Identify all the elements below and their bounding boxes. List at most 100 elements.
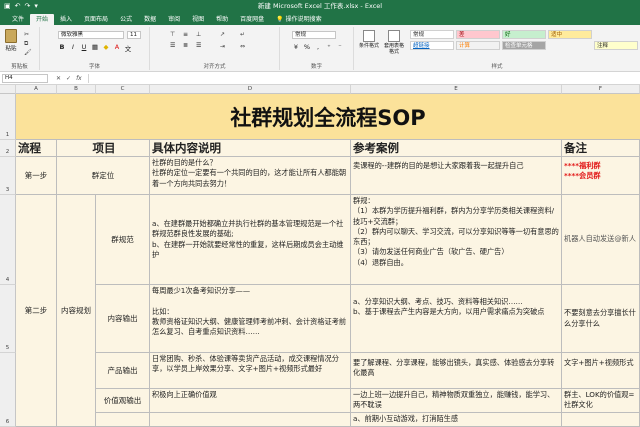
cell-step-one[interactable]: 第一步 (16, 157, 57, 195)
column-header-e[interactable]: E (351, 85, 562, 94)
indent-icon[interactable]: ⇥ (220, 44, 229, 50)
enter-icon[interactable]: ✓ (66, 75, 71, 82)
cell-content-output-notes[interactable]: 不要刻意去分享擅长什么分享什么 (562, 285, 640, 353)
header-notes[interactable]: 备注 (562, 140, 640, 157)
cell-content-output[interactable]: 内容输出 (96, 285, 150, 353)
cell-rules-content[interactable]: a、在建群最开始都确立并执行社群的基本管理规范是一个社群规范群良性发展的基础; … (150, 195, 351, 285)
cell-positioning-content[interactable]: 社群的目的是什么？ 社群的定位一定要有一个共同的目的，这才能让所有人都能朝着一个… (150, 157, 351, 195)
italic-icon[interactable]: I (69, 43, 77, 53)
name-box[interactable]: H4 (2, 73, 48, 83)
row-header-3[interactable]: 3 (0, 157, 16, 195)
row-header-6[interactable]: 6 (0, 353, 16, 427)
align-top-icon[interactable]: ⊤ (170, 31, 180, 38)
cell-values-output-detail[interactable]: 积极向上正确价值观 (150, 389, 351, 413)
header-project[interactable]: 项目 (57, 140, 150, 157)
copy-icon[interactable]: ⧉ (24, 41, 33, 47)
tab-insert[interactable]: 插入 (54, 14, 78, 25)
align-middle-icon[interactable]: ≡ (183, 31, 193, 38)
tab-baidu-netdisk[interactable]: 百度网盘 (234, 14, 270, 25)
tab-view[interactable]: 视图 (186, 14, 210, 25)
cell-positioning-reference[interactable]: 卖课程的--建群的目的是想让大家跟着我一起提升自己 (351, 157, 562, 195)
align-right-icon[interactable]: ☰ (196, 42, 206, 49)
tab-formulas[interactable]: 公式 (114, 14, 138, 25)
currency-icon[interactable]: ¥ (292, 43, 300, 51)
tab-review[interactable]: 审阅 (162, 14, 186, 25)
fx-icon[interactable]: fx (76, 75, 82, 82)
wrap-text-icon[interactable]: ↵ (240, 32, 249, 38)
style-neutral[interactable]: 适中 (548, 30, 592, 39)
font-name-select[interactable]: 微软雅黑 (58, 31, 124, 39)
cell-step-two[interactable]: 第二步 (16, 195, 57, 427)
tab-file[interactable]: 文件 (6, 14, 30, 25)
cut-icon[interactable]: ✂ (24, 32, 33, 38)
column-header-d[interactable]: D (150, 85, 351, 94)
style-good[interactable]: 好 (502, 30, 546, 39)
cancel-icon[interactable]: ✕ (56, 75, 61, 82)
style-check-cell[interactable]: 检查单元格 (502, 41, 546, 50)
underline-icon[interactable]: U (80, 43, 88, 53)
font-size-select[interactable]: 11 (127, 31, 141, 39)
cell-values-output-notes[interactable]: 群主、LOK的价值观=社群文化 (562, 389, 640, 413)
cell-product-output-reference[interactable]: 要了解课程、分享课程，能够出镜头，真实感、体验感去分享转化最高 (351, 353, 562, 389)
row-header-4[interactable]: 4 (0, 195, 16, 285)
bold-icon[interactable]: B (58, 43, 66, 53)
tab-data[interactable]: 数据 (138, 14, 162, 25)
comma-icon[interactable]: , (314, 43, 322, 51)
cell-content-output-reference[interactable]: a、分享知识大纲、考点、技巧、资料等相关知识…… b、基于课程去产生内容是大方向… (351, 285, 562, 353)
cell-rules-reference[interactable]: 群规： （1）本群为学历提升福利群，群内为分享学历类相关课程资料/技巧+交流群；… (351, 195, 562, 285)
formula-input[interactable] (87, 73, 636, 83)
style-calculation[interactable]: 计算 (456, 41, 500, 50)
column-header-c[interactable]: C (96, 85, 150, 94)
tab-home[interactable]: 开始 (30, 14, 55, 25)
format-as-table-button[interactable]: 套用表格格式 (382, 30, 406, 58)
cell-content-output-detail[interactable]: 每周最少1次备考知识分享—— 比如： 教师资格证知识大纲、健康管理师考前冲刺、会… (150, 285, 351, 353)
tab-page-layout[interactable]: 页面布局 (78, 14, 114, 25)
cell-row8-d[interactable] (150, 413, 351, 427)
percent-icon[interactable]: % (303, 43, 311, 51)
conditional-format-button[interactable]: 条件格式 (357, 30, 381, 58)
tab-help[interactable]: 帮助 (210, 14, 234, 25)
cell-rules-notes[interactable]: 机器人自动发送@新人 (562, 195, 640, 285)
header-process[interactable]: 流程 (16, 140, 57, 157)
paste-button[interactable]: 粘贴 (3, 29, 19, 55)
style-normal[interactable]: 常规 (410, 30, 454, 39)
format-painter-icon[interactable]: 🖌 (24, 50, 33, 56)
fill-color-icon[interactable]: ◆ (102, 43, 110, 53)
column-header-f[interactable]: F (562, 85, 640, 94)
style-hyperlink[interactable]: 超链接 (410, 41, 454, 50)
row-header-2[interactable]: 2 (0, 140, 16, 157)
select-all-corner[interactable] (0, 85, 16, 94)
cell-row8-reference[interactable]: a、前期小互动游戏，打消陌生感 (351, 413, 562, 427)
number-format-select[interactable]: 常规 (292, 31, 336, 39)
merge-center-icon[interactable]: ⇔ (240, 44, 249, 50)
tell-me-box[interactable]: 💡 操作说明搜索 (270, 14, 328, 25)
align-bottom-icon[interactable]: ⊥ (196, 31, 206, 38)
cell-product-output-notes[interactable]: 文字+图片+视频形式 (562, 353, 640, 389)
cell-values-output[interactable]: 价值观输出 (96, 389, 150, 413)
cell-product-output[interactable]: 产品输出 (96, 353, 150, 389)
increase-decimal-icon[interactable]: ⁺ (325, 43, 333, 51)
align-left-icon[interactable]: ☰ (170, 42, 180, 49)
header-reference[interactable]: 参考案例 (351, 140, 562, 157)
orientation-icon[interactable]: ↗ (220, 32, 229, 38)
style-gallery-scroll[interactable] (594, 30, 638, 39)
row-header-5[interactable]: 5 (0, 285, 16, 353)
sheet-title[interactable]: 社群规划全流程SOP (16, 94, 640, 140)
cell-row8-f[interactable] (562, 413, 640, 427)
style-note[interactable]: 注释 (594, 41, 638, 50)
decrease-decimal-icon[interactable]: ⁻ (336, 43, 344, 51)
cell-row8-c[interactable] (96, 413, 150, 427)
phonetic-icon[interactable]: 文 (124, 43, 132, 53)
row-header-1[interactable]: 1 (0, 94, 16, 140)
cell-group-rules[interactable]: 群规范 (96, 195, 150, 285)
column-header-a[interactable]: A (16, 85, 57, 94)
cell-product-output-detail[interactable]: 日常团购、秒杀、体验课等卖货产品活动，成交课程情况分享，以学员上岸效果分享、文字… (150, 353, 351, 389)
header-content[interactable]: 具体内容说明 (150, 140, 351, 157)
align-center-icon[interactable]: ≣ (183, 42, 193, 49)
cell-positioning-notes[interactable]: ****福利群 ****会员群 (562, 157, 640, 195)
style-bad[interactable]: 差 (456, 30, 500, 39)
column-header-b[interactable]: B (57, 85, 96, 94)
border-icon[interactable]: ▦ (91, 43, 99, 53)
font-color-icon[interactable]: A (113, 43, 121, 53)
cell-values-output-reference[interactable]: 一边上班一边提升自己，精神物质双重独立，能赚钱，能学习、两不耽误 (351, 389, 562, 413)
